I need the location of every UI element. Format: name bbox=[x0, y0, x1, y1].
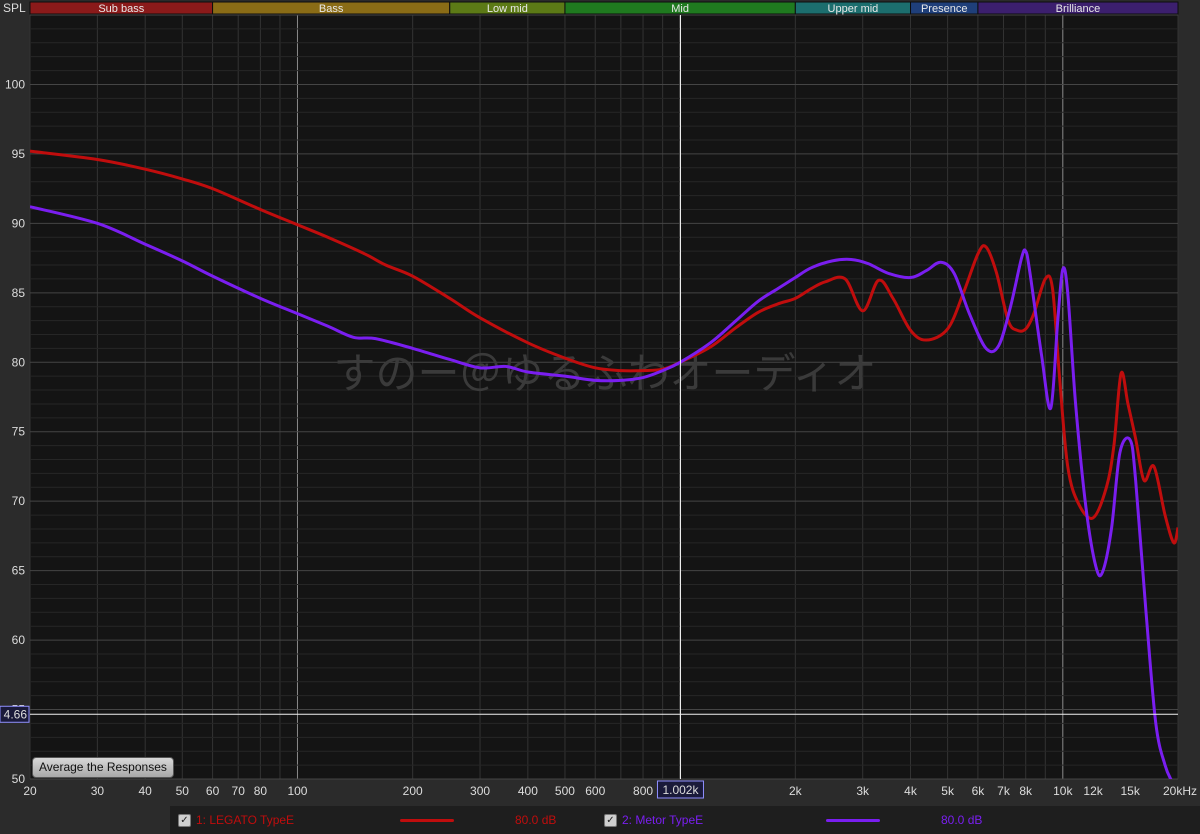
series-2-name: 2: Metor TypeE bbox=[622, 813, 704, 827]
y-tick-4: 70 bbox=[12, 494, 26, 508]
series-1-checkbox[interactable]: ✓ bbox=[178, 813, 191, 827]
y-tick-2: 60 bbox=[12, 633, 26, 647]
x-tick-2: 40 bbox=[139, 784, 153, 798]
x-tick-7: 100 bbox=[287, 784, 307, 798]
x-tick-17: 5k bbox=[941, 784, 955, 798]
y-tick-9: 95 bbox=[12, 147, 26, 161]
x-tick-13: 800 bbox=[633, 784, 653, 798]
x-tick-20: 8k bbox=[1019, 784, 1033, 798]
x-tick-22: 12k bbox=[1083, 784, 1103, 798]
series-2-checkbox[interactable]: ✓ bbox=[604, 813, 617, 827]
x-tick-18: 6k bbox=[972, 784, 986, 798]
band-label-2: Low mid bbox=[487, 3, 528, 15]
x-tick-4: 60 bbox=[206, 784, 220, 798]
x-tick-21: 10k bbox=[1053, 784, 1073, 798]
band-label-6: Brilliance bbox=[1056, 3, 1101, 15]
series-2-swatch bbox=[826, 819, 880, 822]
band-label-5: Presence bbox=[921, 3, 967, 15]
series-2-level: 80.0 dB bbox=[941, 813, 983, 827]
x-tick-24: 20kHz bbox=[1163, 784, 1197, 798]
band-label-3: Mid bbox=[671, 3, 689, 15]
x-tick-9: 300 bbox=[470, 784, 490, 798]
y-tick-5: 75 bbox=[12, 425, 26, 439]
band-label-1: Bass bbox=[319, 3, 344, 15]
y-tick-7: 85 bbox=[12, 286, 26, 300]
x-tick-12: 600 bbox=[585, 784, 605, 798]
band-label-4: Upper mid bbox=[828, 3, 879, 15]
series-1-level: 80.0 dB bbox=[515, 813, 557, 827]
frequency-response-chart: Sub bass Bass Low mid Mid Upper mid Presence B… bbox=[0, 0, 1200, 834]
watermark: すのー＠ゆるふわオーディオ bbox=[333, 349, 876, 398]
x-tick-8: 200 bbox=[403, 784, 423, 798]
x-tick-10: 400 bbox=[518, 784, 538, 798]
series-1-swatch bbox=[400, 819, 454, 822]
legend-item-2: ✓ 2: Metor TypeE bbox=[604, 806, 703, 834]
x-tick-15: 3k bbox=[856, 784, 870, 798]
x-tick-11: 500 bbox=[555, 784, 575, 798]
x-tick-14: 2k bbox=[789, 784, 803, 798]
band-label-0: Sub bass bbox=[98, 3, 144, 15]
frequency-bands: Sub bass Bass Low mid Mid Upper mid Presence B… bbox=[29, 1, 1179, 15]
x-tick-0: 20 bbox=[23, 784, 37, 798]
legend-bar: ✓ 1: LEGATO TypeE 80.0 dB ✓ 2: Metor Typ… bbox=[170, 806, 1200, 834]
x-tick-1: 30 bbox=[91, 784, 105, 798]
x-tick-23: 15k bbox=[1121, 784, 1141, 798]
x-tick-5: 70 bbox=[232, 784, 246, 798]
x-tick-3: 50 bbox=[176, 784, 190, 798]
x-tick-16: 4k bbox=[904, 784, 918, 798]
y-axis-label: SPL bbox=[3, 1, 26, 15]
x-tick-19: 7k bbox=[997, 784, 1011, 798]
cursor-y-label: 4.66 bbox=[4, 707, 28, 721]
series-1-name: 1: LEGATO TypeE bbox=[196, 813, 295, 827]
y-tick-3: 65 bbox=[12, 564, 26, 578]
x-tick-6: 80 bbox=[254, 784, 268, 798]
cursor-x-label: 1.002k bbox=[662, 783, 699, 797]
average-responses-button[interactable]: Average the Responses bbox=[32, 757, 174, 778]
y-tick-6: 80 bbox=[12, 355, 26, 369]
y-tick-10: 100 bbox=[5, 77, 25, 91]
y-tick-8: 90 bbox=[12, 216, 26, 230]
legend-item-1: ✓ 1: LEGATO TypeE bbox=[178, 806, 294, 834]
